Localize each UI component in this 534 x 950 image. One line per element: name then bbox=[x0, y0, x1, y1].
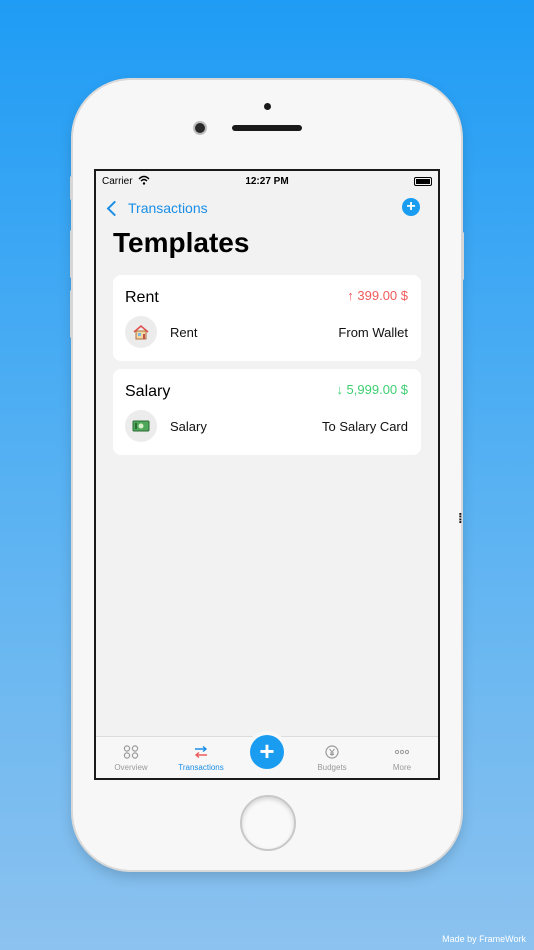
tab-transactions[interactable]: Transactions bbox=[171, 737, 231, 778]
home-button bbox=[240, 795, 296, 851]
tab-label: Overview bbox=[114, 763, 148, 772]
app-screen: Carrier 12:27 PM Transactions + Template… bbox=[94, 169, 440, 780]
transfer-arrows-icon bbox=[194, 745, 208, 759]
template-category: Salary bbox=[170, 419, 207, 434]
watermark: Made by FrameWork bbox=[442, 934, 526, 944]
back-button[interactable]: Transactions bbox=[106, 198, 208, 218]
chevron-left-icon bbox=[106, 200, 123, 216]
tab-more[interactable]: More bbox=[372, 737, 432, 778]
template-amount: ↓ 5,999.00 $ bbox=[336, 382, 408, 397]
status-time: 12:27 PM bbox=[245, 176, 289, 187]
overview-icon bbox=[123, 745, 139, 759]
cash-icon bbox=[125, 410, 157, 442]
tab-label: Budgets bbox=[317, 763, 347, 772]
power-button bbox=[461, 232, 464, 280]
mute-switch bbox=[70, 176, 73, 200]
template-card-rent[interactable]: Rent ↑ 399.00 $ Rent From Wallet bbox=[113, 275, 421, 361]
house-icon bbox=[125, 316, 157, 348]
template-card-salary[interactable]: Salary ↓ 5,999.00 $ Salary To Salary Car… bbox=[113, 369, 421, 455]
add-template-button[interactable]: + bbox=[402, 198, 420, 216]
template-name: Rent bbox=[125, 289, 159, 306]
tab-label: More bbox=[392, 763, 412, 772]
template-account: To Salary Card bbox=[322, 419, 408, 434]
tab-budgets[interactable]: Budgets bbox=[302, 737, 362, 778]
proximity-sensor bbox=[264, 103, 271, 110]
page-title: Templates bbox=[113, 227, 250, 258]
front-camera bbox=[195, 123, 205, 133]
status-bar: Carrier 12:27 PM bbox=[96, 171, 438, 191]
more-dots-icon bbox=[394, 749, 410, 755]
template-account: From Wallet bbox=[338, 325, 408, 340]
template-name: Salary bbox=[125, 383, 171, 400]
template-category: Rent bbox=[170, 325, 198, 340]
add-transaction-button[interactable]: + bbox=[250, 735, 284, 769]
battery-icon bbox=[414, 177, 432, 186]
back-label: Transactions bbox=[128, 200, 208, 216]
tab-overview[interactable]: Overview bbox=[101, 737, 161, 778]
template-amount: ↑ 399.00 $ bbox=[347, 288, 408, 303]
volume-down-button bbox=[70, 290, 73, 338]
edge-artifact: ⁞ bbox=[458, 510, 463, 526]
tab-label: Transactions bbox=[178, 763, 224, 772]
volume-up-button bbox=[70, 230, 73, 278]
earpiece-speaker bbox=[232, 125, 302, 131]
budget-coin-icon bbox=[325, 745, 339, 759]
